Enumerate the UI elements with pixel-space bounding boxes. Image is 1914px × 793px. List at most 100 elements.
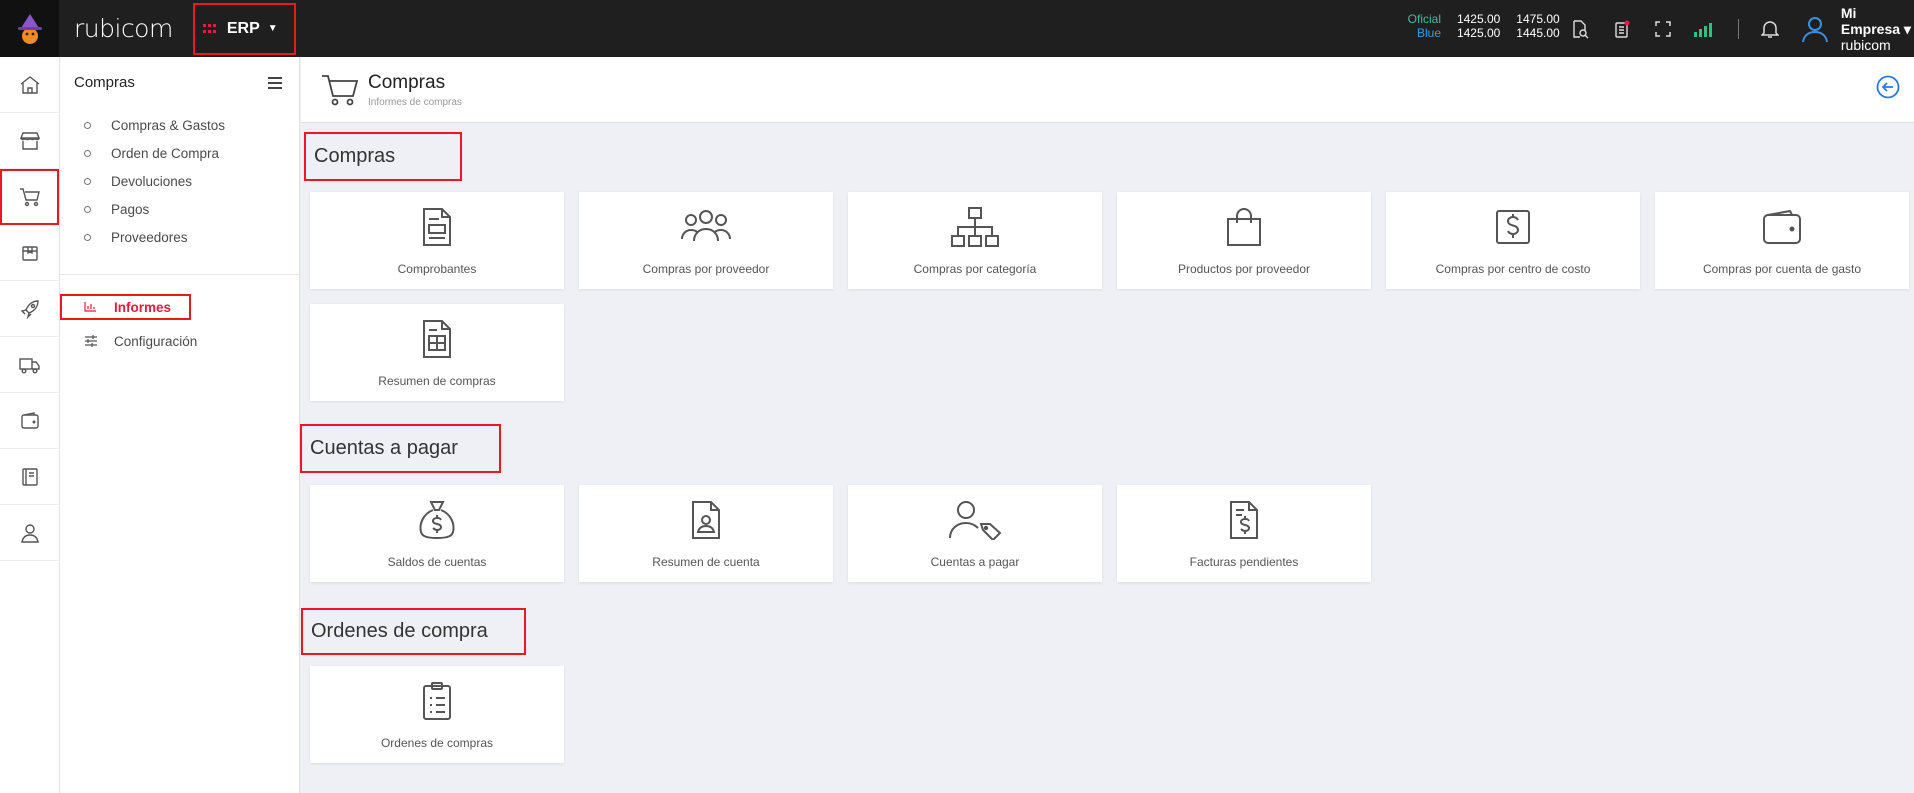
icon-rail (0, 57, 60, 793)
shopping-bag-icon (1225, 206, 1263, 248)
side-menu-item-devoluciones[interactable]: Devoluciones (84, 167, 299, 195)
rate-oficial-label: Oficial (1407, 12, 1441, 26)
card-comprobantes[interactable]: Comprobantes (310, 192, 564, 289)
side-menu-item-compras-gastos[interactable]: Compras & Gastos (84, 111, 299, 139)
rate-blue-label: Blue (1416, 26, 1441, 40)
rail-wallet[interactable] (0, 393, 59, 449)
card-label: Cuentas a pagar (930, 555, 1020, 569)
hamburger-menu-icon[interactable] (267, 76, 283, 90)
module-label: ERP (226, 19, 260, 37)
card-label: Facturas pendientes (1189, 555, 1299, 569)
brand-name[interactable]: rubicom (74, 14, 173, 43)
rail-users[interactable] (0, 505, 59, 561)
spreadsheet-document-icon (421, 318, 453, 360)
user-document-icon (690, 499, 722, 541)
separator (1738, 18, 1739, 39)
user-avatar-icon (1801, 15, 1829, 43)
fullscreen-icon[interactable] (1654, 20, 1672, 38)
card-ordenes-compras[interactable]: Ordenes de compras (310, 666, 564, 763)
section-title-ordenes-compra: Ordenes de compra (301, 608, 526, 655)
rail-compras[interactable] (0, 169, 59, 225)
sliders-icon (84, 335, 100, 347)
rail-home[interactable] (0, 57, 59, 113)
dollar-square-icon (1495, 206, 1531, 248)
account-company: Mi Empresa ▾ (1840, 4, 1911, 37)
section-title-compras: Compras (304, 132, 462, 181)
rate-blue-sell: 1445.00 (1516, 26, 1560, 40)
hierarchy-icon (950, 206, 1000, 248)
side-menu-item-pagos[interactable]: Pagos (84, 195, 299, 223)
user-tag-icon (948, 499, 1002, 541)
card-label: Resumen de compras (378, 374, 496, 388)
side-menu-title: Compras (74, 74, 135, 91)
top-actions: Mi Empresa ▾ rubicom (1570, 0, 1914, 57)
circle-bullet-icon (84, 205, 91, 213)
card-facturas-pendientes[interactable]: Facturas pendientes (1117, 485, 1371, 582)
rail-shipping[interactable] (0, 337, 59, 393)
side-menu-item-configuracion[interactable]: Configuración (60, 327, 299, 355)
card-saldos-cuentas[interactable]: Saldos de cuentas (310, 485, 564, 582)
document-search-icon[interactable] (1570, 19, 1590, 39)
side-menu-item-proveedores[interactable]: Proveedores (84, 223, 299, 251)
wizard-logo-icon[interactable] (0, 0, 59, 57)
card-compras-centro-costo[interactable]: Compras por centro de costo (1386, 192, 1640, 289)
bell-icon[interactable] (1760, 19, 1779, 39)
back-arrow-icon[interactable] (1876, 75, 1900, 99)
card-label: Productos por proveedor (1177, 262, 1311, 276)
page-title: Compras (368, 72, 446, 93)
card-compras-categoria[interactable]: Compras por categoría (848, 192, 1102, 289)
cart-icon (321, 73, 359, 107)
exchange-rates: Oficial 1425.00 1475.00 Blue 1425.00 144… (1405, 12, 1560, 40)
home-icon (19, 74, 41, 96)
document-icon (421, 206, 453, 248)
card-compras-proveedor[interactable]: Compras por proveedor (579, 192, 833, 289)
card-resumen-cuenta[interactable]: Resumen de cuenta (579, 485, 833, 582)
card-label: Resumen de cuenta (652, 555, 760, 569)
side-menu-list: Compras & Gastos Orden de Compra Devoluc… (60, 111, 299, 251)
card-label: Ordenes de compras (380, 736, 494, 750)
top-bar: rubicom ERP ▼ Oficial 1425.00 1475.00 Bl… (0, 0, 1914, 57)
rail-inventory[interactable] (0, 225, 59, 281)
account-menu[interactable]: Mi Empresa ▾ rubicom (1801, 5, 1914, 53)
truck-icon (18, 354, 41, 376)
money-bag-icon (417, 499, 457, 541)
module-selector[interactable]: ERP ▼ (192, 2, 296, 55)
section-title-cuentas-pagar: Cuentas a pagar (300, 424, 501, 473)
rail-launch[interactable] (0, 281, 59, 337)
rail-ledger[interactable] (0, 449, 59, 505)
store-icon (19, 130, 41, 152)
account-user: rubicom (1840, 36, 1891, 53)
signal-strength-icon (1694, 21, 1716, 37)
card-resumen-compras[interactable]: Resumen de compras (310, 304, 564, 401)
rail-store[interactable] (0, 113, 59, 169)
book-icon (19, 466, 41, 488)
card-productos-proveedor[interactable]: Productos por proveedor (1117, 192, 1371, 289)
wallet-icon (19, 410, 41, 432)
card-label: Compras por proveedor (642, 262, 770, 276)
card-label: Comprobantes (397, 262, 477, 276)
card-label: Compras por centro de costo (1435, 262, 1591, 276)
page-header: Compras Informes de compras (301, 57, 1914, 123)
chevron-down-icon: ▼ (267, 23, 278, 34)
side-menu-item-orden-compra[interactable]: Orden de Compra (84, 139, 299, 167)
clipboard-list-icon (421, 680, 453, 722)
side-menu: Compras Compras & Gastos Orden de Compra… (60, 57, 300, 793)
card-label: Compras por categoría (913, 262, 1037, 276)
side-menu-item-informes[interactable]: Informes (60, 293, 299, 321)
rate-oficial-buy: 1425.00 (1456, 12, 1501, 26)
card-cuentas-pagar[interactable]: Cuentas a pagar (848, 485, 1102, 582)
card-compras-cuenta-gasto[interactable]: Compras por cuenta de gasto (1655, 192, 1909, 289)
circle-bullet-icon (84, 177, 91, 185)
user-icon (19, 522, 41, 544)
cart-icon (19, 186, 41, 208)
wallet-icon (1762, 206, 1802, 248)
package-icon (19, 242, 41, 264)
side-menu-divider (60, 274, 299, 275)
circle-bullet-icon (84, 149, 91, 157)
apps-grid-icon (202, 23, 217, 34)
clipboard-notification-icon[interactable] (1612, 19, 1632, 39)
rocket-icon (19, 298, 41, 320)
card-label: Compras por cuenta de gasto (1702, 262, 1862, 276)
users-group-icon (680, 206, 732, 248)
circle-bullet-icon (84, 121, 91, 129)
